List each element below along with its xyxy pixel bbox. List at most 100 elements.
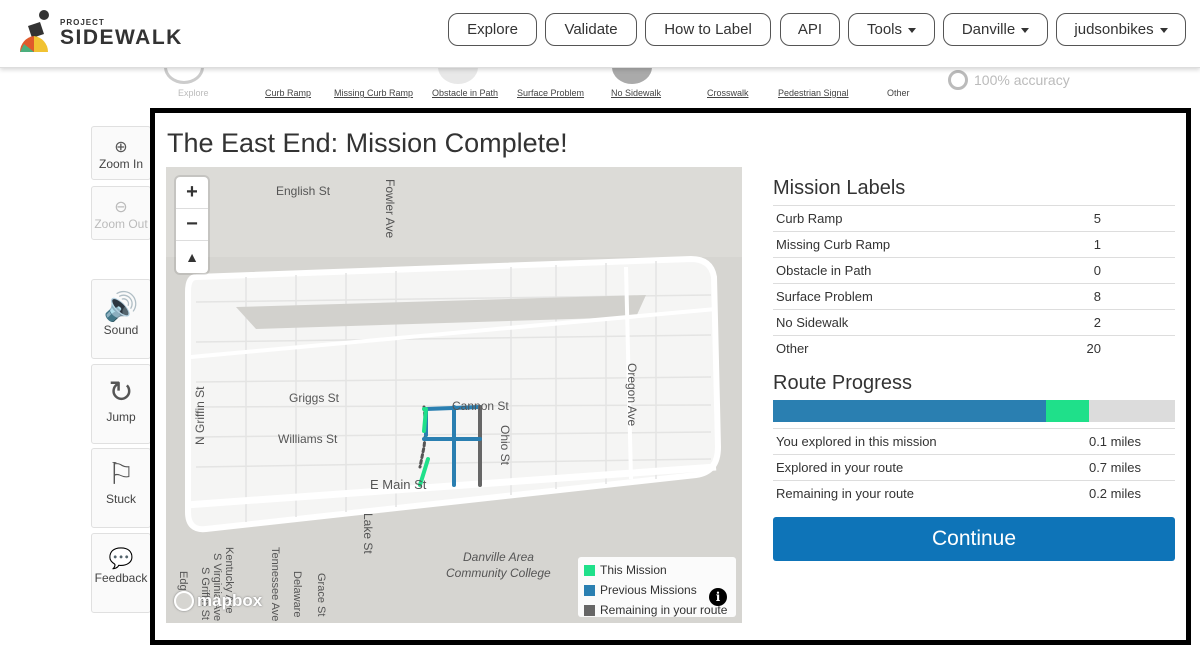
info-icon[interactable]: i xyxy=(709,588,727,606)
nav-city-label: Danville xyxy=(961,21,1016,38)
progress-value: 0.1 miles xyxy=(1033,427,1175,454)
strip-surface-problem[interactable]: Surface Problem xyxy=(517,88,584,98)
strip-missing-curb-ramp[interactable]: Missing Curb Ramp xyxy=(334,88,413,98)
nav-user-label: judsonbikes xyxy=(1074,21,1154,38)
map-label-fowler-ave: Fowler Ave xyxy=(383,179,397,238)
sound-label: Sound xyxy=(103,323,139,337)
strip-other[interactable]: Other xyxy=(887,88,910,98)
legend-label: This Mission xyxy=(600,563,667,577)
table-row: Curb Ramp 5 xyxy=(773,205,1175,232)
zoom-out-button[interactable]: ⊖ Zoom Out xyxy=(91,186,151,240)
caret-down-icon xyxy=(908,28,917,33)
feedback-icon: 💬 xyxy=(108,548,134,570)
feedback-label: Feedback xyxy=(94,571,148,585)
strip-pedestrian-signal[interactable]: Pedestrian Signal xyxy=(778,88,849,98)
feedback-button[interactable]: 💬 Feedback xyxy=(91,533,151,613)
accuracy-text: 100% accuracy xyxy=(974,72,1070,88)
strip-curb-ramp[interactable]: Curb Ramp xyxy=(265,88,311,98)
label-type: Obstacle in Path xyxy=(773,257,999,284)
progress-value: 0.7 miles xyxy=(1033,453,1175,480)
map-label-delaware: Delaware xyxy=(291,571,303,617)
label-type: No Sidewalk xyxy=(773,309,999,336)
jump-button[interactable]: ↻ Jump xyxy=(91,364,151,444)
label-count: 0 xyxy=(998,257,1175,284)
map-label-english-st: English St xyxy=(276,184,331,198)
target-icon xyxy=(948,70,968,90)
explore-mode-icon xyxy=(164,68,204,84)
map-label-e-main-st: E Main St xyxy=(370,477,427,492)
legend-label: Previous Missions xyxy=(600,583,697,597)
label-type: Other xyxy=(773,335,999,362)
obstacle-icon xyxy=(438,68,478,84)
nav-explore[interactable]: Explore xyxy=(448,13,537,46)
mission-labels-table: Curb Ramp 5 Missing Curb Ramp 1 Obstacle i… xyxy=(773,205,1175,362)
nav-api[interactable]: API xyxy=(780,13,840,46)
map-canvas: English St Fowler Ave N Griffin St Grigg… xyxy=(166,167,742,621)
route-progress-bar xyxy=(773,399,1175,422)
strip-crosswalk[interactable]: Crosswalk xyxy=(707,88,749,98)
mission-labels-heading: Mission Labels xyxy=(773,177,906,199)
project-sidewalk-logo[interactable]: PROJECT SIDEWALK xyxy=(18,8,193,56)
label-type: Missing Curb Ramp xyxy=(773,231,999,258)
logo-big-text: SIDEWALK xyxy=(60,26,183,49)
nav-validate[interactable]: Validate xyxy=(545,13,637,46)
mission-complete-modal: The East End: Mission Complete! English … xyxy=(150,108,1191,645)
zoom-out-label: Zoom Out xyxy=(94,217,148,231)
table-row: No Sidewalk 2 xyxy=(773,309,1175,336)
map-label-lake-st: Lake St xyxy=(361,513,375,554)
progress-this-mission xyxy=(1046,399,1090,422)
zoom-out-icon: ⊖ xyxy=(114,199,128,216)
compass-icon[interactable]: ▲ xyxy=(176,241,208,273)
strip-no-sidewalk[interactable]: No Sidewalk xyxy=(611,88,661,98)
progress-label: You explored in this mission xyxy=(773,427,1034,454)
map-zoom-in-button[interactable]: + xyxy=(176,177,208,209)
map-label-n-griffin-st: N Griffin St xyxy=(193,386,207,445)
map-label-grace-st: Grace St xyxy=(315,573,327,616)
continue-button[interactable]: Continue xyxy=(773,517,1175,561)
table-row: Other 20 xyxy=(773,335,1175,362)
map-zoom-out-button[interactable]: − xyxy=(176,209,208,241)
mapbox-wordmark: mapbox xyxy=(197,591,263,610)
stuck-button[interactable]: ⚐ Stuck xyxy=(91,448,151,528)
jump-icon: ↻ xyxy=(108,376,134,409)
strip-obstacle[interactable]: Obstacle in Path xyxy=(432,88,498,98)
jump-label: Jump xyxy=(106,410,136,424)
mapbox-attribution[interactable]: mapbox xyxy=(174,591,262,611)
nav-tools-dropdown[interactable]: Tools xyxy=(848,13,935,46)
legend-swatch xyxy=(584,584,595,596)
map-label-griggs-st: Griggs St xyxy=(289,391,340,405)
label-count: 8 xyxy=(998,283,1175,310)
map-label-cannon-st: Cannon St xyxy=(452,399,509,413)
zoom-in-button[interactable]: ⊕ Zoom In xyxy=(91,126,151,180)
no-sidewalk-icon xyxy=(612,68,652,84)
sound-button[interactable]: 🔊 Sound xyxy=(91,279,151,359)
nav-validate-label: Validate xyxy=(564,21,618,38)
caret-down-icon xyxy=(1021,28,1030,33)
stuck-label: Stuck xyxy=(105,492,136,506)
mapbox-logo-icon xyxy=(174,591,194,611)
route-progress-heading: Route Progress xyxy=(773,371,912,394)
map-poi-danville-area: Danville Area xyxy=(463,550,534,564)
map-label-tennessee-ave: Tennessee Ave xyxy=(269,547,281,621)
nav-user-dropdown[interactable]: judsonbikes xyxy=(1056,13,1186,46)
strip-explore[interactable]: Explore xyxy=(178,88,209,98)
table-row: Explored in your route 0.7 miles xyxy=(773,453,1175,480)
map-zoom-controls: + − ▲ xyxy=(176,177,208,273)
label-count: 20 xyxy=(998,335,1175,362)
navbar: PROJECT SIDEWALK Explore Validate How to… xyxy=(0,0,1200,68)
nav-how-to-label[interactable]: How to Label xyxy=(645,13,771,46)
zoom-in-label: Zoom In xyxy=(98,157,143,171)
legend-label: Remaining in your route xyxy=(600,603,728,617)
modal-title: The East End: Mission Complete! xyxy=(167,128,568,158)
map-poi-community-college: Community College xyxy=(446,566,551,580)
zoom-in-icon: ⊕ xyxy=(114,139,128,156)
signpost-icon: ⚐ xyxy=(107,458,135,491)
map-label-ohio-st: Ohio St xyxy=(498,425,512,466)
table-row: Obstacle in Path 0 xyxy=(773,257,1175,284)
nav-api-label: API xyxy=(797,21,823,38)
table-row: Missing Curb Ramp 1 xyxy=(773,231,1175,258)
mission-map[interactable]: English St Fowler Ave N Griffin St Grigg… xyxy=(166,167,742,623)
speaker-icon: 🔊 xyxy=(103,291,139,322)
table-row: You explored in this mission 0.1 miles xyxy=(773,427,1175,454)
nav-city-dropdown[interactable]: Danville xyxy=(943,13,1048,46)
